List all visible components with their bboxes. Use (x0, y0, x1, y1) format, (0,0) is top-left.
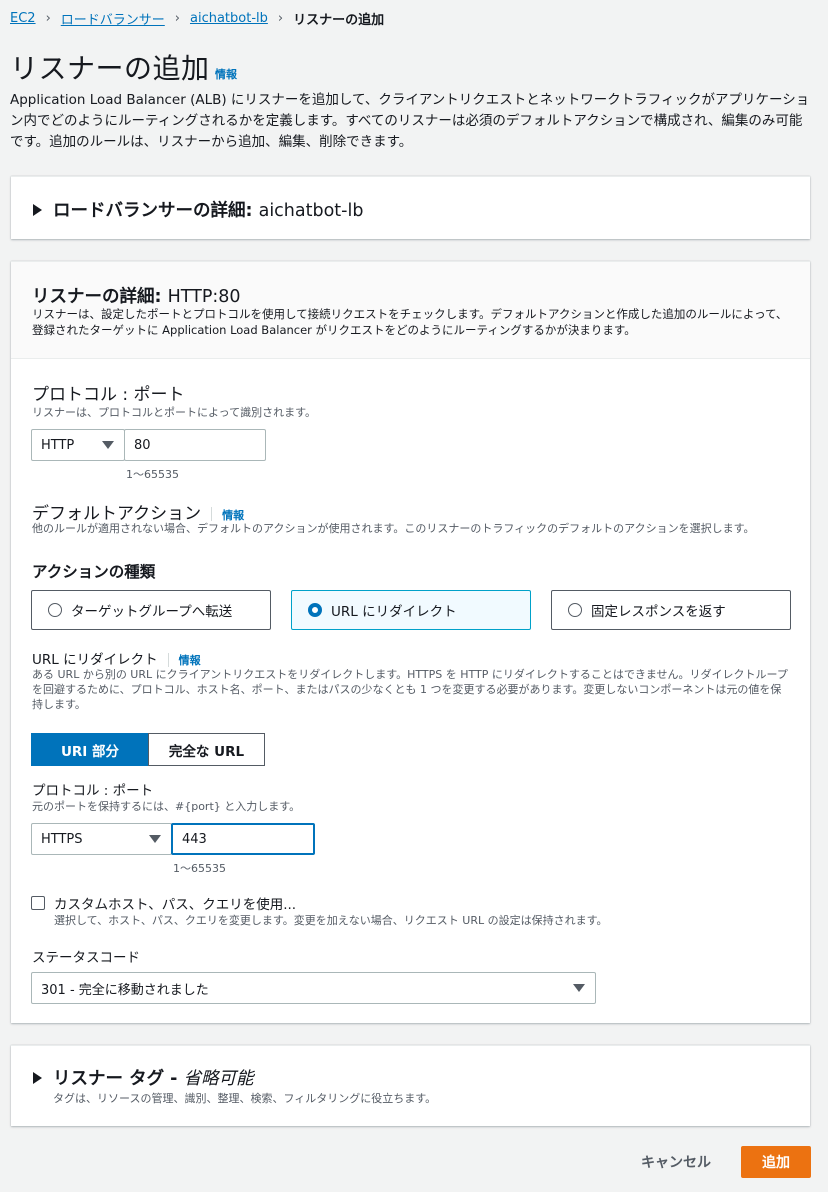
caret-right-icon (33, 1071, 42, 1084)
listener-tags-panel: リスナー タグ - 省略可能 タグは、リソースの管理、識別、整理、検索、フィルタ… (11, 1045, 810, 1126)
redirect-label-text: URL にリダイレクト (32, 652, 158, 668)
port-value: 80 (134, 437, 151, 453)
listener-title: リスナーの詳細: HTTP:80 (32, 283, 241, 308)
add-button[interactable]: 追加 (741, 1146, 811, 1178)
radio-unchecked-icon (48, 603, 62, 617)
cancel-button[interactable]: キャンセル (630, 1147, 722, 1177)
chevron-right-icon: › (277, 10, 284, 26)
page-description: Application Load Balancer (ALB) にリスナーを追加… (10, 92, 810, 150)
status-code-value: 301 - 完全に移動されました (41, 982, 209, 998)
radio-checked-icon (308, 603, 322, 617)
redirect-description: ある URL から別の URL にクライアントリクエストをリダイレクトします。H… (32, 668, 788, 711)
action-label: URL にリダイレクト (331, 604, 457, 620)
breadcrumb: EC2 › ロードバランサー › aichatbot-lb › リスナーの追加 (10, 9, 385, 28)
segment-uri-parts[interactable]: URI 部分 (31, 733, 149, 766)
chevron-right-icon: › (45, 10, 51, 26)
action-return-fixed-response[interactable]: 固定レスポンスを返す (551, 590, 791, 630)
caret-down-icon (149, 835, 161, 843)
protocol-select[interactable]: HTTP (31, 429, 125, 461)
status-code-select[interactable]: 301 - 完全に移動されました (31, 972, 596, 1004)
breadcrumb-ec2[interactable]: EC2 (10, 11, 36, 26)
listener-title-label: リスナーの詳細: (32, 287, 162, 307)
status-code-label: ステータスコード (32, 950, 140, 966)
port-range-hint: 1〜65535 (126, 468, 179, 481)
chevron-right-icon: › (174, 10, 180, 26)
redirect-port-value: 443 (182, 831, 207, 847)
protocol-port-description: リスナーは、プロトコルとポートによって識別されます。 (32, 406, 317, 419)
redirect-info-link[interactable]: 情報 (179, 654, 201, 667)
radio-unchecked-icon (568, 603, 582, 617)
custom-host-path-query-description: 選択して、ホスト、パス、クエリを変更します。変更を加えない場合、リクエスト UR… (54, 914, 608, 927)
redirect-protocol-value: HTTPS (41, 831, 83, 847)
port-input[interactable]: 80 (124, 429, 266, 461)
lb-name: aichatbot-lb (258, 201, 364, 221)
page-title: リスナーの追加 (10, 52, 210, 85)
info-link[interactable]: 情報 (215, 66, 237, 82)
action-forward-to-target-group[interactable]: ターゲットグループへ転送 (31, 590, 271, 630)
listener-details-panel: リスナーの詳細: HTTP:80 リスナーは、設定したポートとプロトコルを使用し… (11, 261, 810, 1023)
tags-title-text: リスナー タグ (53, 1069, 165, 1089)
listener-description: リスナーは、設定したポートとプロトコルを使用して接続リクエストをチェックします。… (32, 307, 788, 337)
tags-dash: - (164, 1069, 184, 1089)
lb-details-panel: ロードバランサーの詳細: aichatbot-lb (11, 176, 810, 239)
listener-title-value: HTTP:80 (167, 287, 241, 307)
redirect-port-range-hint: 1〜65535 (173, 862, 226, 875)
caret-down-icon (573, 984, 585, 992)
redirect-port-input[interactable]: 443 (171, 823, 315, 855)
breadcrumb-current: リスナーの追加 (293, 12, 385, 28)
segment-full-url[interactable]: 完全な URL (148, 733, 265, 766)
action-label: ターゲットグループへ転送 (71, 604, 233, 620)
default-action-description: 他のルールが適用されない場合、デフォルトのアクションが使用されます。このリスナー… (32, 522, 755, 535)
caret-down-icon (102, 441, 114, 449)
lb-details-label: ロードバランサーの詳細: (53, 201, 253, 221)
listener-tags-title: リスナー タグ - 省略可能 (53, 1065, 254, 1090)
listener-tags-description: タグは、リソースの管理、識別、整理、検索、フィルタリングに役立ちます。 (53, 1092, 437, 1105)
divider (211, 507, 213, 521)
redirect-label: URL にリダイレクト 情報 (32, 648, 201, 668)
redirect-protocol-port-label: プロトコル : ポート (32, 783, 154, 799)
lb-details-toggle[interactable]: ロードバランサーの詳細: aichatbot-lb (33, 197, 363, 222)
caret-right-icon (33, 203, 42, 216)
action-redirect-to-url[interactable]: URL にリダイレクト (291, 590, 531, 630)
lb-details-title: ロードバランサーの詳細: aichatbot-lb (53, 197, 363, 222)
breadcrumb-lb-name[interactable]: aichatbot-lb (190, 11, 268, 26)
tags-optional: 省略可能 (183, 1069, 254, 1089)
listener-tags-toggle[interactable]: リスナー タグ - 省略可能 (33, 1065, 254, 1090)
custom-host-path-query-label: カスタムホスト、パス、クエリを使用... (54, 897, 297, 913)
protocol-value: HTTP (41, 437, 75, 453)
divider (167, 653, 169, 667)
breadcrumb-load-balancers[interactable]: ロードバランサー (61, 9, 165, 28)
custom-host-path-query-checkbox[interactable] (31, 896, 45, 910)
redirect-protocol-port-description: 元のポートを保持するには、#{port} と入力します。 (32, 800, 301, 813)
protocol-port-label: プロトコル : ポート (32, 385, 185, 405)
action-label: 固定レスポンスを返す (591, 604, 726, 620)
listener-header: リスナーの詳細: HTTP:80 リスナーは、設定したポートとプロトコルを使用し… (11, 262, 810, 359)
action-type-label: アクションの種類 (32, 563, 156, 581)
redirect-protocol-select[interactable]: HTTPS (31, 823, 172, 855)
